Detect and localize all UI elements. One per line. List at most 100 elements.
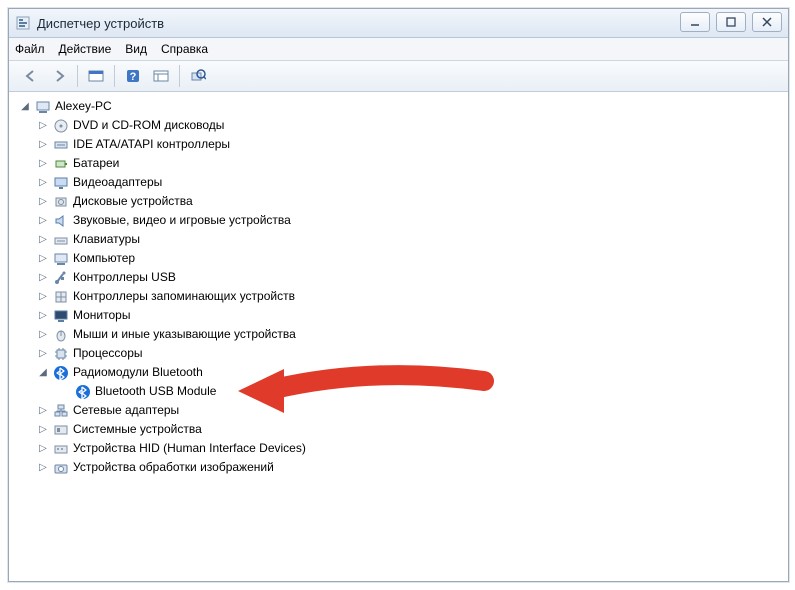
properties-button[interactable] [149, 64, 173, 88]
menu-help[interactable]: Справка [161, 42, 208, 56]
tree-category[interactable]: ▷ Устройства HID (Human Interface Device… [35, 439, 780, 458]
tree-category[interactable]: ▷ Компьютер [35, 249, 780, 268]
category-label: Мониторы [73, 306, 130, 325]
device-tree-pane[interactable]: ◢ Alexey-PC ▷ DVD и CD-ROM дисководы ▷ [9, 92, 788, 581]
collapse-icon[interactable]: ◢ [19, 97, 31, 116]
menubar: Файл Действие Вид Справка [9, 38, 788, 61]
help-button[interactable]: ? [121, 64, 145, 88]
tree-device[interactable]: Bluetooth USB Module [35, 382, 780, 401]
tree-category[interactable]: ▷ DVD и CD-ROM дисководы [35, 116, 780, 135]
category-label: Батареи [73, 154, 119, 173]
category-label: IDE ATA/ATAPI контроллеры [73, 135, 230, 154]
tree-category[interactable]: ▷ Дисковые устройства [35, 192, 780, 211]
category-label: Дисковые устройства [73, 192, 193, 211]
window-title: Диспетчер устройств [37, 16, 164, 31]
tree-category[interactable]: ▷ Контроллеры USB [35, 268, 780, 287]
device-tree: ◢ Alexey-PC ▷ DVD и CD-ROM дисководы ▷ [17, 97, 780, 477]
scan-hardware-button[interactable] [186, 64, 210, 88]
category-label: Мыши и иные указывающие устройства [73, 325, 296, 344]
toolbar: ? [9, 61, 788, 92]
sound-icon [53, 213, 69, 229]
category-label: Контроллеры USB [73, 268, 176, 287]
tree-category[interactable]: ▷ Системные устройства [35, 420, 780, 439]
minimize-button[interactable] [680, 12, 710, 32]
window-controls [680, 12, 782, 32]
tree-category[interactable]: ▷ Мониторы [35, 306, 780, 325]
category-label: Процессоры [73, 344, 143, 363]
system-icon [53, 422, 69, 438]
expand-icon[interactable]: ▷ [37, 192, 49, 211]
disc-icon [53, 118, 69, 134]
tree-category[interactable]: ▷ Клавиатуры [35, 230, 780, 249]
hdd-icon [53, 194, 69, 210]
computer-icon [35, 99, 51, 115]
device-label: Bluetooth USB Module [95, 382, 216, 401]
expand-icon[interactable]: ▷ [37, 211, 49, 230]
expand-icon[interactable]: ▷ [37, 458, 49, 477]
tree-category[interactable]: ▷ Устройства обработки изображений [35, 458, 780, 477]
usb-icon [53, 270, 69, 286]
expand-icon[interactable]: ▷ [37, 230, 49, 249]
tree-category[interactable]: ▷ Мыши и иные указывающие устройства [35, 325, 780, 344]
tree-category[interactable]: ▷ Батареи [35, 154, 780, 173]
tree-category[interactable]: ▷ Видеоадаптеры [35, 173, 780, 192]
category-label: Контроллеры запоминающих устройств [73, 287, 295, 306]
tree-category[interactable]: ▷ Сетевые адаптеры [35, 401, 780, 420]
expand-icon[interactable]: ▷ [37, 116, 49, 135]
svg-text:?: ? [130, 71, 137, 83]
forward-button[interactable] [47, 64, 71, 88]
expand-icon[interactable]: ▷ [37, 154, 49, 173]
category-label: Видеоадаптеры [73, 173, 162, 192]
tree-category[interactable]: ◢ Радиомодули Bluetooth [35, 363, 780, 382]
cpu-icon [53, 346, 69, 362]
tree-category[interactable]: ▷ Процессоры [35, 344, 780, 363]
expand-icon[interactable]: ▷ [37, 173, 49, 192]
category-label: Системные устройства [73, 420, 202, 439]
mouse-icon [53, 327, 69, 343]
expand-icon[interactable]: ▷ [37, 325, 49, 344]
category-label: Устройства обработки изображений [73, 458, 274, 477]
expand-icon[interactable]: ▷ [37, 249, 49, 268]
bluetooth-icon [75, 384, 91, 400]
menu-action[interactable]: Действие [59, 42, 112, 56]
back-button[interactable] [19, 64, 43, 88]
root-label: Alexey-PC [55, 97, 112, 116]
category-label: Устройства HID (Human Interface Devices) [73, 439, 306, 458]
close-button[interactable] [752, 12, 782, 32]
category-label: Компьютер [73, 249, 135, 268]
network-icon [53, 403, 69, 419]
expand-icon[interactable]: ▷ [37, 420, 49, 439]
category-label: Радиомодули Bluetooth [73, 363, 203, 382]
expand-icon[interactable]: ▷ [37, 306, 49, 325]
expand-icon[interactable]: ▷ [37, 344, 49, 363]
expand-icon[interactable]: ▷ [37, 401, 49, 420]
expand-icon[interactable]: ▷ [37, 268, 49, 287]
show-hidden-button[interactable] [84, 64, 108, 88]
keyboard-icon [53, 232, 69, 248]
expand-icon[interactable]: ▷ [37, 287, 49, 306]
collapse-icon[interactable]: ◢ [37, 363, 49, 382]
tree-category[interactable]: ▷ Звуковые, видео и игровые устройства [35, 211, 780, 230]
app-icon [15, 15, 31, 31]
category-label: Клавиатуры [73, 230, 140, 249]
expand-icon[interactable]: ▷ [37, 439, 49, 458]
ide-icon [53, 137, 69, 153]
device-manager-window: Диспетчер устройств Файл Действие Вид Сп… [8, 8, 789, 582]
tree-category[interactable]: ▷ IDE ATA/ATAPI контроллеры [35, 135, 780, 154]
storage-icon [53, 289, 69, 305]
tree-category[interactable]: ▷ Контроллеры запоминающих устройств [35, 287, 780, 306]
imaging-icon [53, 460, 69, 476]
expand-icon[interactable]: ▷ [37, 135, 49, 154]
computer-icon [53, 251, 69, 267]
category-label: Сетевые адаптеры [73, 401, 179, 420]
menu-view[interactable]: Вид [125, 42, 147, 56]
maximize-button[interactable] [716, 12, 746, 32]
titlebar: Диспетчер устройств [9, 9, 788, 38]
tree-root[interactable]: ◢ Alexey-PC [17, 97, 780, 116]
hid-icon [53, 441, 69, 457]
monitor-icon [53, 308, 69, 324]
category-label: DVD и CD-ROM дисководы [73, 116, 224, 135]
category-label: Звуковые, видео и игровые устройства [73, 211, 291, 230]
battery-icon [53, 156, 69, 172]
menu-file[interactable]: Файл [15, 42, 45, 56]
